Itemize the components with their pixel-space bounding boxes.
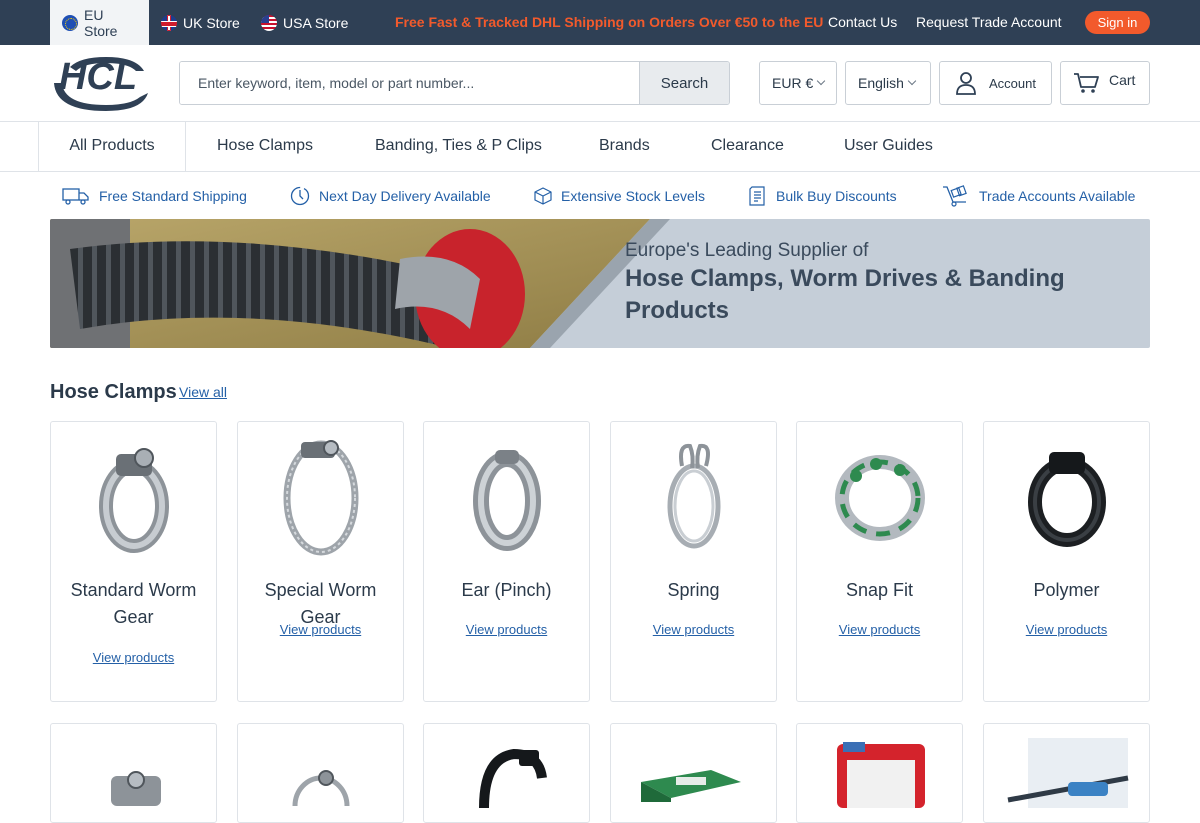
cart-icon [1074, 73, 1099, 93]
polymer-clamp-image [1027, 452, 1106, 547]
view-products-link[interactable]: View products [51, 650, 216, 665]
nav-clearance[interactable]: Clearance [711, 122, 784, 172]
document-icon [749, 185, 765, 206]
feature-trade-accounts[interactable]: Trade Accounts Available [942, 172, 1135, 219]
clamp-tool-image [1007, 738, 1129, 808]
feature-next-day[interactable]: Next Day Delivery Available [290, 172, 491, 219]
hero-banner[interactable]: Europe's Leading Supplier of Hose Clamps… [50, 219, 1150, 348]
view-all-link[interactable]: View all [179, 384, 227, 400]
eu-store-label: EU Store [84, 6, 118, 39]
cart-button[interactable]: Cart [1060, 61, 1150, 105]
hcl-logo[interactable]: HCL [50, 53, 150, 115]
clamp-image [292, 770, 350, 806]
account-label: Account [989, 75, 1036, 91]
search-bar: Search [179, 61, 730, 105]
category-card[interactable] [237, 723, 404, 823]
clamp-kit-image [837, 742, 925, 808]
category-name: Spring [667, 580, 720, 600]
uk-store-label: UK Store [183, 14, 240, 31]
category-card-polymer[interactable]: Polymer View products [983, 421, 1150, 702]
feature-label: Bulk Buy Discounts [776, 187, 897, 204]
worm-gear-clamp-image [98, 448, 169, 553]
banner-subtitle: Europe's Leading Supplier of [625, 240, 869, 261]
currency-value: EUR € [772, 75, 814, 91]
usa-flag-icon [261, 14, 277, 31]
cart-label: Cart [1109, 72, 1136, 88]
category-card-spring[interactable]: Spring View products [610, 421, 777, 702]
usa-store-link[interactable]: USA Store [249, 0, 360, 45]
category-card[interactable] [50, 723, 217, 823]
feature-label: Free Standard Shipping [99, 187, 247, 204]
currency-select[interactable]: EUR € [759, 61, 837, 105]
feature-bulk-buy[interactable]: Bulk Buy Discounts [749, 172, 897, 219]
box-icon [534, 186, 552, 205]
language-value: English [858, 75, 904, 91]
sign-in-button[interactable]: Sign in [1085, 11, 1150, 34]
language-select[interactable]: English [845, 61, 931, 105]
section-title: Hose Clamps [50, 381, 177, 403]
category-card[interactable] [610, 723, 777, 823]
uk-flag-icon [161, 14, 177, 31]
category-card[interactable] [983, 723, 1150, 823]
spring-clamp-image [667, 443, 720, 549]
request-trade-account-link[interactable]: Request Trade Account [916, 0, 1062, 45]
nav-all-products[interactable]: All Products [38, 122, 186, 172]
top-bar: EU Store UK Store USA Store Free Fast & … [0, 0, 1200, 45]
site-header: HCL Search EUR € English Account Cart [0, 45, 1200, 122]
clamp-box-image [641, 770, 741, 802]
contact-us-link[interactable]: Contact Us [828, 0, 897, 45]
feature-stock[interactable]: Extensive Stock Levels [534, 172, 705, 219]
feature-label: Trade Accounts Available [979, 187, 1136, 204]
feature-free-shipping[interactable]: Free Standard Shipping [62, 172, 247, 219]
category-card-ear-pinch[interactable]: Ear (Pinch) View products [423, 421, 590, 702]
clock-icon [290, 186, 310, 205]
snap-fit-clamp-image [834, 455, 925, 541]
view-products-link[interactable]: View products [797, 622, 962, 637]
shipping-promo-text: Free Fast & Tracked DHL Shipping on Orde… [395, 14, 824, 30]
usa-store-label: USA Store [283, 14, 349, 31]
category-card[interactable] [423, 723, 590, 823]
main-nav: All Products Hose Clamps Banding, Ties &… [0, 122, 1200, 172]
nav-user-guides[interactable]: User Guides [844, 122, 933, 172]
category-card-standard-worm-gear[interactable]: Standard Worm Gear View products [50, 421, 217, 702]
category-name: Snap Fit [845, 580, 914, 600]
ear-pinch-clamp-image [472, 450, 541, 551]
nav-hose-clamps[interactable]: Hose Clamps [217, 122, 313, 172]
trolley-icon [943, 184, 967, 207]
feature-label: Extensive Stock Levels [561, 187, 705, 204]
category-card-special-worm-gear[interactable]: Special Worm Gear View products [237, 421, 404, 702]
special-worm-gear-clamp-image [283, 440, 358, 556]
view-products-link[interactable]: View products [984, 622, 1149, 637]
chevron-down-icon [816, 76, 826, 86]
banner-title: Hose Clamps, Worm Drives & Banding Produ… [625, 265, 1065, 324]
view-products-link[interactable]: View products [611, 622, 776, 637]
uk-store-link[interactable]: UK Store [149, 0, 252, 45]
category-name: Polymer [1033, 580, 1100, 600]
view-products-link[interactable]: View products [424, 622, 589, 637]
nav-banding-ties-p-clips[interactable]: Banding, Ties & P Clips [375, 122, 542, 172]
category-card-snap-fit[interactable]: Snap Fit View products [796, 421, 963, 702]
truck-icon [62, 187, 89, 205]
clamp-image [111, 771, 161, 806]
eu-flag-icon [62, 14, 78, 31]
eu-store-link[interactable]: EU Store [50, 0, 149, 45]
clamp-image [479, 748, 547, 808]
nav-brands[interactable]: Brands [599, 122, 650, 172]
feature-strip: Free Standard Shipping Next Day Delivery… [0, 172, 1200, 219]
view-products-link[interactable]: View products [238, 622, 403, 637]
category-card[interactable] [796, 723, 963, 823]
search-input[interactable] [180, 62, 639, 104]
account-button[interactable]: Account [939, 61, 1052, 105]
feature-label: Next Day Delivery Available [319, 187, 491, 204]
chevron-down-icon [907, 76, 917, 86]
search-button[interactable]: Search [639, 62, 729, 104]
category-name: Ear (Pinch) [461, 580, 552, 600]
user-icon [956, 72, 976, 95]
category-name: Standard Worm Gear [70, 580, 197, 627]
